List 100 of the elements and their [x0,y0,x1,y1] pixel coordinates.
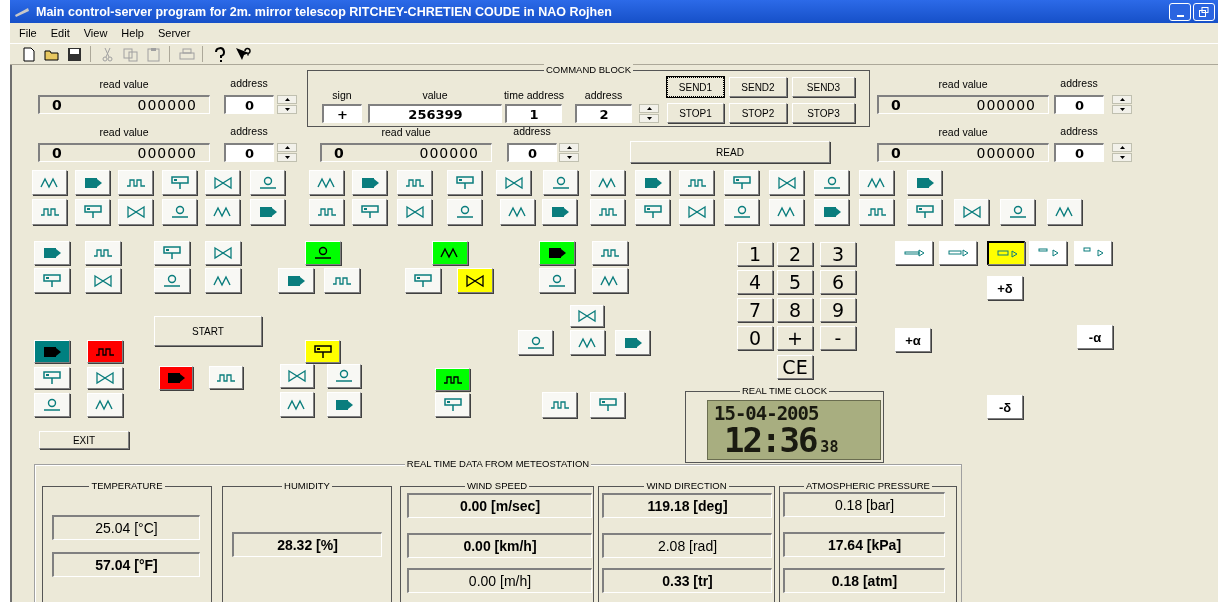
tool-button[interactable] [539,241,575,265]
read-button[interactable]: READ [630,141,830,163]
keypad-button[interactable]: 9 [820,298,856,322]
field-label: read value [98,126,150,139]
keypad-button[interactable]: - [820,326,856,350]
clock-time: 12:36 [724,423,817,457]
device-icon [358,204,381,220]
device-icon [168,174,191,191]
device-icon [311,343,334,360]
device-icon [596,397,619,413]
device-icon [913,204,936,220]
keypad-button[interactable]: 2 [777,242,813,266]
spin-down-button[interactable] [277,105,297,114]
adjust-button[interactable]: +α [895,328,931,352]
tool-button[interactable] [457,268,493,293]
arrow-icon [995,247,1018,260]
menu-item[interactable]: Server [151,27,198,39]
down-arrow-icon [566,156,572,159]
spin-up-button[interactable] [559,143,579,152]
tool-button[interactable] [87,340,123,363]
stop-button[interactable]: STOP1 [667,103,724,123]
address-field[interactable]: 0 [1054,143,1104,162]
data-value-field: 0.00 [m/h] [407,568,592,593]
value-field[interactable]: 256399 [368,104,502,123]
lamp-icon [333,368,355,384]
adjust-button[interactable]: -δ [987,395,1023,419]
down-arrow-icon [284,156,290,159]
address-field[interactable]: 0 [1054,95,1104,114]
keypad-button[interactable]: CE [777,355,813,379]
up-arrow-icon [1119,98,1125,101]
zigzag-icon [775,204,798,220]
keypad-button[interactable]: 4 [737,270,773,294]
exit-button[interactable]: EXIT [39,431,129,449]
spin-up-button[interactable] [1112,95,1132,104]
minimize-button[interactable] [1169,2,1191,21]
spin-up-button[interactable] [639,104,659,113]
device-icon [453,174,476,191]
adjust-button[interactable]: +δ [987,276,1023,300]
spin-down-button[interactable] [639,114,659,123]
start-button[interactable]: START [154,316,262,346]
menu-item[interactable]: File [12,27,44,39]
step-button[interactable] [987,241,1025,265]
tool-button[interactable] [159,366,193,390]
spin-down-button[interactable] [559,153,579,162]
spin-down-button[interactable] [1112,153,1132,162]
data-value-field: 119.18 [deg] [602,493,772,518]
menu-item[interactable]: View [76,27,115,39]
spin-down-button[interactable] [277,153,297,162]
keypad-button[interactable]: 7 [737,298,773,322]
box-arrow-icon [165,370,187,386]
address-field[interactable]: 0 [507,143,557,162]
tool-button[interactable] [34,340,70,363]
stop-button[interactable]: STOP3 [792,103,855,123]
send-button[interactable]: SEND3 [792,77,855,97]
address-field[interactable]: 0 [224,95,274,114]
adjust-button[interactable]: -α [1077,325,1113,349]
tool-button[interactable] [432,241,468,265]
address-field[interactable]: 0 [224,143,274,162]
spin-down-button[interactable] [1112,105,1132,114]
send-button[interactable]: SEND1 [667,77,724,97]
lamp-icon [312,245,334,261]
data-value-field: 0.18 [bar] [783,492,945,517]
keypad-button[interactable]: 3 [820,242,856,266]
panel-title: COMMAND BLOCK [544,64,633,75]
menu-item[interactable]: Help [114,27,151,39]
sign-text: 0 [333,145,345,161]
arrow-icon [947,247,969,259]
keypad-button[interactable]: + [777,326,813,350]
keypad-button[interactable]: 5 [777,270,813,294]
time-address-field[interactable]: 1 [505,104,562,123]
tool-button[interactable] [305,340,340,363]
zigzag-icon [1053,204,1076,220]
spin-up-button[interactable] [277,143,297,152]
device-icon [641,204,664,220]
arrow-icon [1037,247,1059,259]
keypad-button[interactable]: 0 [737,326,773,350]
restore-button[interactable] [1193,2,1215,21]
clock-date: 15-04-2005 [714,403,820,423]
value-text: 000000 [137,97,198,113]
address-field[interactable]: 2 [575,104,632,123]
stop-button[interactable]: STOP2 [729,103,787,123]
box-arrow-icon [546,245,568,261]
device-icon [441,397,464,413]
menu-item[interactable]: Edit [43,27,77,39]
tool-button[interactable] [305,241,341,265]
valve-icon [685,204,708,220]
down-arrow-icon [284,108,290,111]
tool-button[interactable] [435,368,470,391]
sign-field[interactable]: + [322,104,362,123]
send-button[interactable]: SEND2 [729,77,787,97]
keypad-button[interactable]: 1 [737,242,773,266]
keypad-button[interactable]: 6 [820,270,856,294]
down-arrow-icon [1119,108,1125,111]
lamp-icon [546,272,568,289]
spin-up-button[interactable] [277,95,297,104]
sign-text: 0 [890,145,902,161]
sign-text: 0 [890,97,902,113]
keypad-button[interactable]: 8 [777,298,813,322]
up-arrow-icon [1119,146,1125,149]
spin-up-button[interactable] [1112,143,1132,152]
